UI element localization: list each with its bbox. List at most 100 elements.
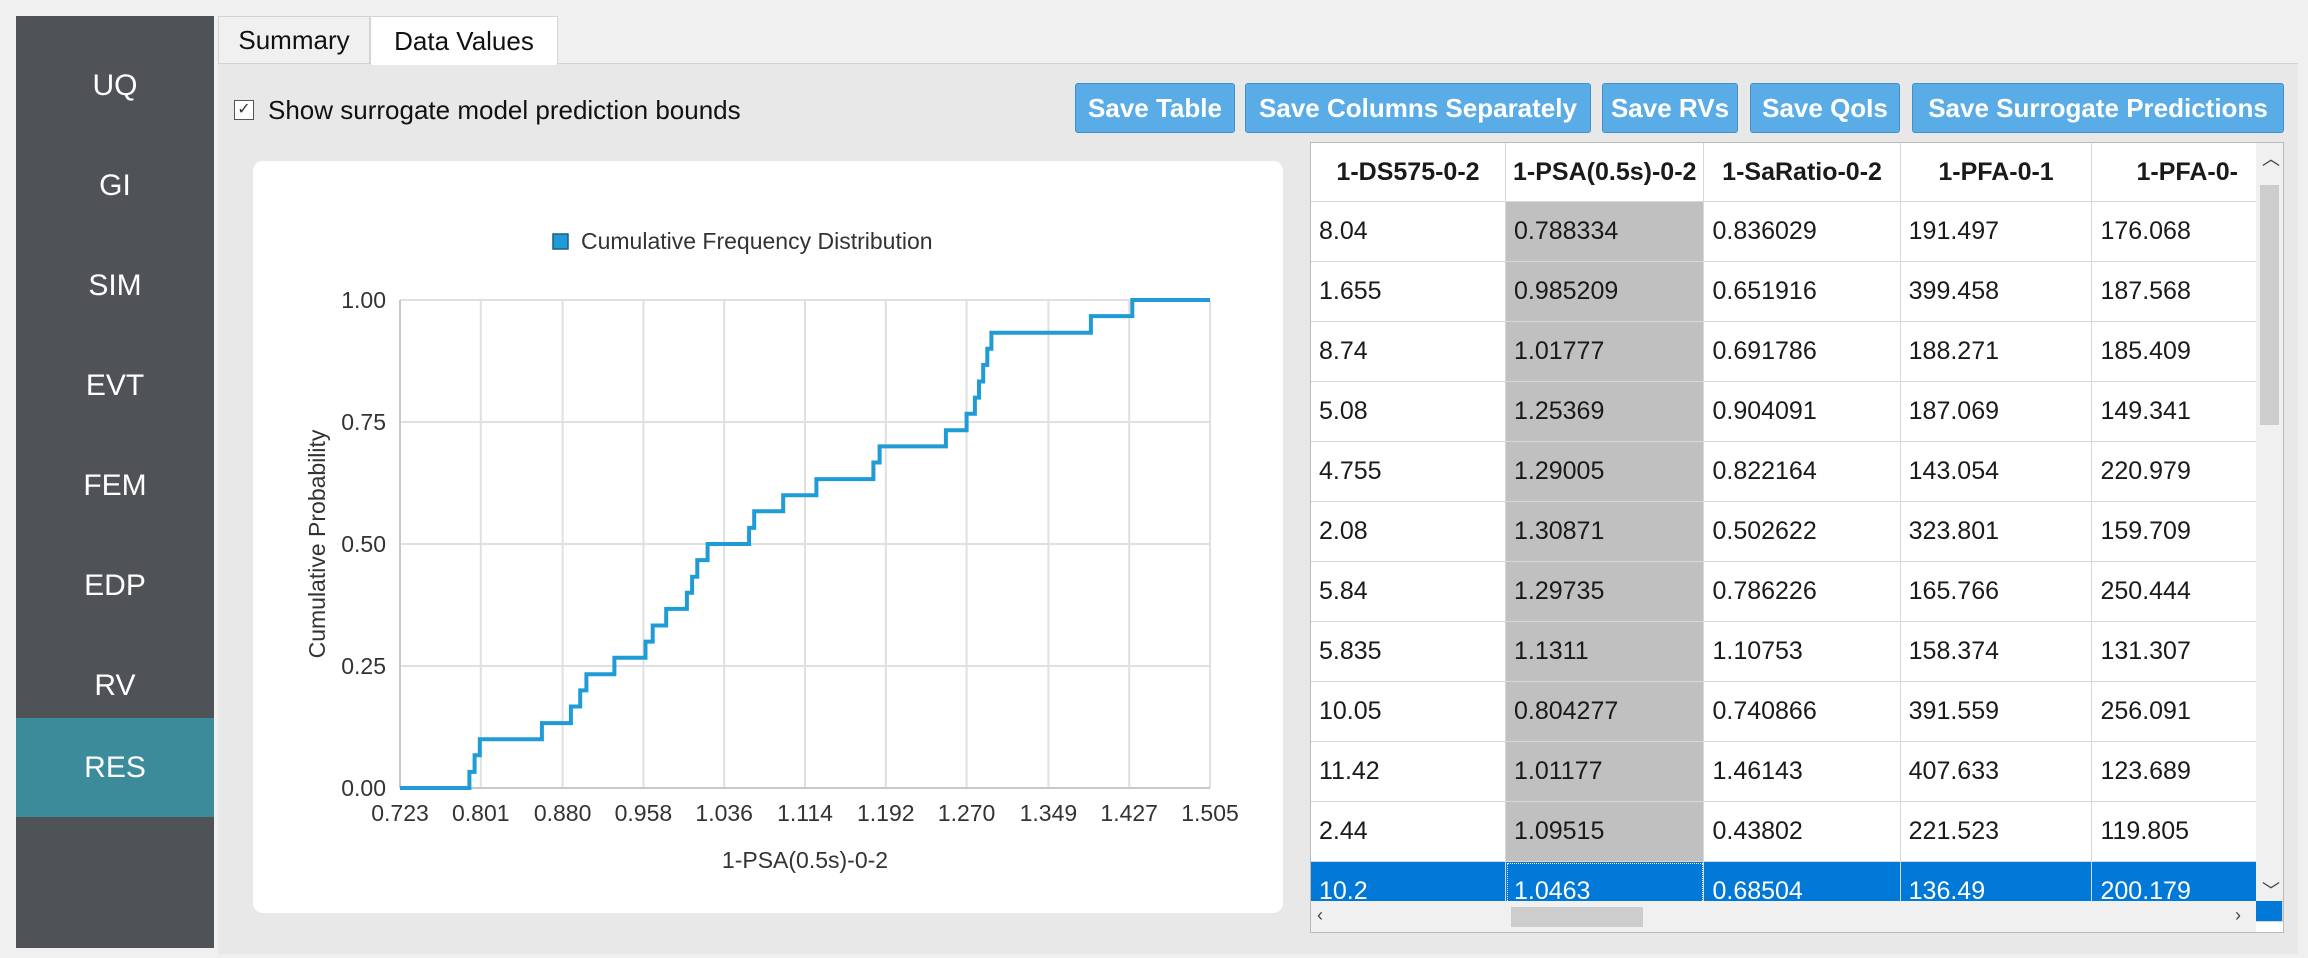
table-cell[interactable]: 0.502622	[1703, 501, 1901, 562]
table-row[interactable]: 5.08 1.25369 0.904091 187.069 149.341	[1311, 381, 2283, 442]
horizontal-scroll-thumb[interactable]	[1511, 907, 1643, 927]
scroll-right-icon[interactable]: ›	[2235, 905, 2241, 926]
table-cell[interactable]: 159.709	[2091, 501, 2283, 562]
table-cell[interactable]: 119.805	[2091, 801, 2283, 862]
table-cell[interactable]: 1.30871	[1505, 501, 1705, 562]
sidebar-item-gi[interactable]: GI	[16, 136, 214, 235]
table-cell[interactable]: 1.1311	[1505, 621, 1705, 682]
sidebar-item-uq[interactable]: UQ	[16, 36, 214, 135]
table-cell[interactable]: 0.43802	[1703, 801, 1901, 862]
table-cell[interactable]: 11.42	[1311, 741, 1506, 802]
table-cell[interactable]: 2.44	[1311, 801, 1506, 862]
bounds-option[interactable]: ✓ Show surrogate model prediction bounds	[234, 92, 741, 128]
table-cell[interactable]: 0.740866	[1703, 681, 1901, 742]
table-cell[interactable]: 391.559	[1900, 681, 2093, 742]
table-row[interactable]: 8.74 1.01777 0.691786 188.271 185.409	[1311, 321, 2283, 382]
vertical-scroll-thumb[interactable]	[2260, 185, 2279, 425]
table-cell[interactable]: 0.651916	[1703, 261, 1901, 322]
bounds-checkbox[interactable]: ✓	[234, 100, 254, 120]
save-surrogate-button[interactable]: Save Surrogate Predictions	[1912, 83, 2284, 133]
table-cell[interactable]: 143.054	[1900, 441, 2093, 502]
data-table[interactable]: 1-DS575-0-2 1-PSA(0.5s)-0-2 1-SaRatio-0-2 1…	[1310, 142, 2284, 933]
table-cell[interactable]: 250.444	[2091, 561, 2283, 622]
table-cell[interactable]: 158.374	[1900, 621, 2093, 682]
table-cell[interactable]: 149.341	[2091, 381, 2283, 442]
table-cell[interactable]: 1.01777	[1505, 321, 1705, 382]
table-row[interactable]: 11.42 1.01177 1.46143 407.633 123.689	[1311, 741, 2283, 802]
table-cell[interactable]: 407.633	[1900, 741, 2093, 802]
column-header[interactable]: 1-DS575-0-2	[1311, 143, 1506, 202]
table-cell[interactable]: 5.08	[1311, 381, 1506, 442]
table-row[interactable]: 2.08 1.30871 0.502622 323.801 159.709	[1311, 501, 2283, 562]
scroll-left-icon[interactable]: ‹	[1317, 905, 1323, 926]
table-cell[interactable]: 1.25369	[1505, 381, 1705, 442]
x-tick-label: 1.036	[695, 800, 753, 826]
table-cell[interactable]: 1.655	[1311, 261, 1506, 322]
table-row[interactable]: 10.05 0.804277 0.740866 391.559 256.091	[1311, 681, 2283, 742]
table-row[interactable]: 5.835 1.1311 1.10753 158.374 131.307	[1311, 621, 2283, 682]
table-cell[interactable]: 8.04	[1311, 201, 1506, 262]
horizontal-scrollbar[interactable]: ‹ ›	[1311, 901, 2256, 932]
table-cell[interactable]: 1.09515	[1505, 801, 1705, 862]
save-columns-button[interactable]: Save Columns Separately	[1245, 83, 1591, 133]
table-row[interactable]: 5.84 1.29735 0.786226 165.766 250.444	[1311, 561, 2283, 622]
column-header[interactable]: 1-SaRatio-0-2	[1703, 143, 1901, 202]
table-cell[interactable]: 0.822164	[1703, 441, 1901, 502]
table-cell[interactable]: 323.801	[1900, 501, 2093, 562]
table-row[interactable]: 1.655 0.985209 0.651916 399.458 187.568	[1311, 261, 2283, 322]
table-row[interactable]: 2.44 1.09515 0.43802 221.523 119.805	[1311, 801, 2283, 862]
table-cell[interactable]: 5.84	[1311, 561, 1506, 622]
table-cell[interactable]: 5.835	[1311, 621, 1506, 682]
sidebar-item-evt[interactable]: EVT	[16, 336, 214, 435]
table-cell[interactable]: 256.091	[2091, 681, 2283, 742]
table-cell[interactable]: 221.523	[1900, 801, 2093, 862]
save-qois-button[interactable]: Save QoIs	[1750, 83, 1900, 133]
vertical-scrollbar[interactable]: ︿ ﹀	[2256, 143, 2283, 901]
table-cell[interactable]: 187.568	[2091, 261, 2283, 322]
table-cell[interactable]: 399.458	[1900, 261, 2093, 322]
table-cell[interactable]: 220.979	[2091, 441, 2283, 502]
table-cell[interactable]: 0.786226	[1703, 561, 1901, 622]
table-cell[interactable]: 165.766	[1900, 561, 2093, 622]
table-cell[interactable]: 1.46143	[1703, 741, 1901, 802]
scroll-up-icon[interactable]: ︿	[2262, 145, 2280, 171]
sidebar-item-fem[interactable]: FEM	[16, 436, 214, 535]
column-header[interactable]: 1-PFA-0-	[2091, 143, 2283, 202]
table-row[interactable]: 4.755 1.29005 0.822164 143.054 220.979	[1311, 441, 2283, 502]
table-cell[interactable]: 123.689	[2091, 741, 2283, 802]
table-cell[interactable]: 176.068	[2091, 201, 2283, 262]
scroll-down-icon[interactable]: ﹀	[2262, 877, 2280, 903]
table-cell[interactable]: 191.497	[1900, 201, 2093, 262]
table-cell[interactable]: 185.409	[2091, 321, 2283, 382]
table-row[interactable]: 8.04 0.788334 0.836029 191.497 176.068	[1311, 201, 2283, 262]
x-axis-title: 1-PSA(0.5s)-0-2	[722, 847, 888, 873]
table-cell[interactable]: 0.985209	[1505, 261, 1705, 322]
table-cell[interactable]: 0.691786	[1703, 321, 1901, 382]
table-cell[interactable]: 187.069	[1900, 381, 2093, 442]
column-header[interactable]: 1-PFA-0-1	[1900, 143, 2093, 202]
table-cell[interactable]: 0.804277	[1505, 681, 1705, 742]
table-cell[interactable]: 0.836029	[1703, 201, 1901, 262]
sidebar-item-edp[interactable]: EDP	[16, 536, 214, 635]
table-cell[interactable]: 131.307	[2091, 621, 2283, 682]
table-cell[interactable]: 0.904091	[1703, 381, 1901, 442]
save-table-button[interactable]: Save Table	[1075, 83, 1235, 133]
table-cell[interactable]: 2.08	[1311, 501, 1506, 562]
save-rvs-button[interactable]: Save RVs	[1602, 83, 1738, 133]
table-cell[interactable]: 1.10753	[1703, 621, 1901, 682]
sidebar-item-res[interactable]: RES	[16, 718, 214, 817]
table-cell[interactable]: 10.05	[1311, 681, 1506, 742]
table-cell[interactable]: 1.01177	[1505, 741, 1705, 802]
tab-summary[interactable]: Summary	[218, 16, 370, 63]
x-tick-label: 0.801	[452, 800, 510, 826]
table-cell[interactable]: 1.29735	[1505, 561, 1705, 622]
table-cell[interactable]: 188.271	[1900, 321, 2093, 382]
sidebar-item-sim[interactable]: SIM	[16, 236, 214, 335]
table-cell[interactable]: 4.755	[1311, 441, 1506, 502]
table-cell[interactable]: 1.29005	[1505, 441, 1705, 502]
table-cell[interactable]: 0.788334	[1505, 201, 1705, 262]
x-tick-label: 1.192	[857, 800, 915, 826]
tab-data-values[interactable]: Data Values	[370, 16, 558, 65]
table-cell[interactable]: 8.74	[1311, 321, 1506, 382]
column-header[interactable]: 1-PSA(0.5s)-0-2	[1505, 143, 1705, 202]
